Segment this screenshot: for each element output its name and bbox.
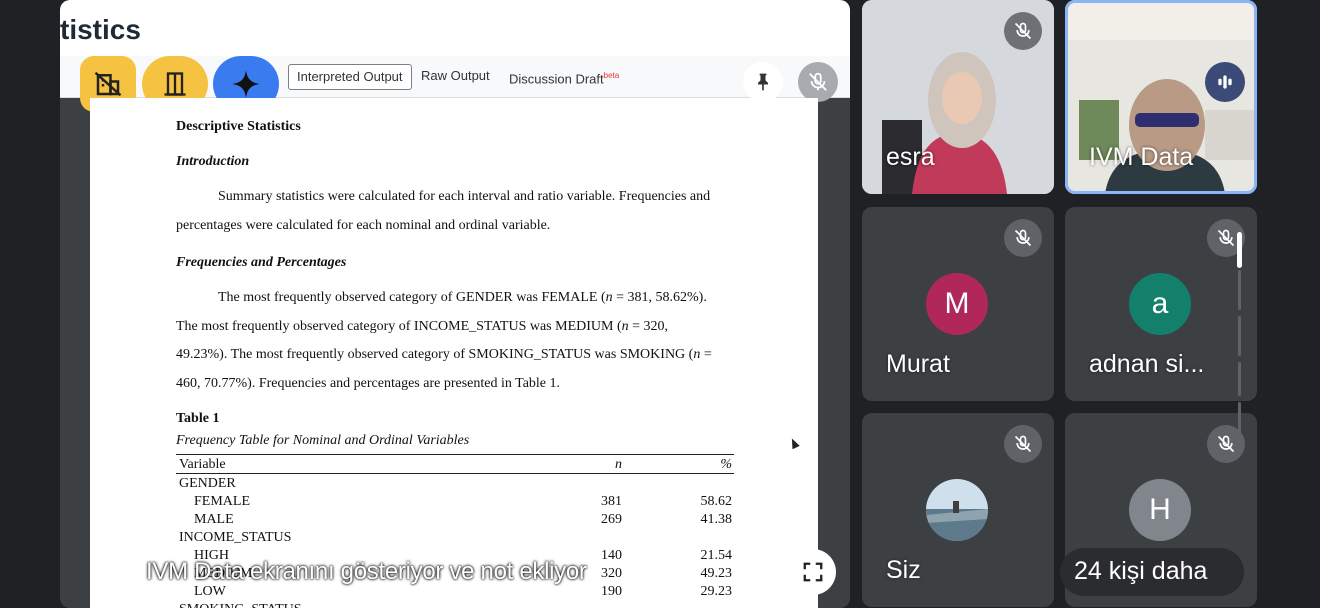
fullscreen-button[interactable] (790, 549, 836, 595)
intro-line: Summary statistics were calculated for e… (218, 189, 711, 204)
cell-n: 190 (601, 584, 622, 599)
cell-variable: SMOKING_STATUS (179, 602, 302, 608)
cell-variable: INCOME_STATUS (179, 530, 292, 545)
freq-line-text: = 320, (628, 318, 669, 334)
tab-interpreted-output[interactable]: Interpreted Output (288, 64, 412, 90)
tab-discussion-draft-label: Discussion Draft (509, 71, 604, 87)
presenting-caption: IVM Data ekranını gösteriyor ve not ekli… (146, 558, 587, 585)
table-row: GENDER (176, 476, 734, 494)
participant-tile-murat[interactable]: M Murat (862, 207, 1054, 401)
mic-off-icon (1014, 435, 1032, 453)
shared-screen[interactable]: tistics Interpreted Output Raw Output Di… (60, 0, 850, 608)
participant-name: adnan si... (1089, 350, 1205, 378)
cell-n: 269 (601, 512, 622, 527)
cell-percent: 58.62 (700, 494, 733, 509)
h-avatar: H (1129, 479, 1191, 541)
freq-heading: Frequencies and Percentages (176, 255, 347, 270)
app-title: tistics (60, 14, 141, 45)
n-symbol: n (621, 318, 629, 334)
header-variable: Variable (179, 457, 226, 472)
sparkle-icon (232, 70, 260, 98)
cell-n: 381 (601, 494, 622, 509)
participant-name: Murat (886, 350, 950, 378)
scrollbar-track (1238, 362, 1241, 396)
freq-line-text: = (700, 347, 712, 363)
table-row: FEMALE 381 58.62 (176, 494, 734, 512)
mic-off-icon (1014, 229, 1032, 247)
murat-mute-indicator (1004, 219, 1042, 257)
table-row: INCOME_STATUS (176, 530, 734, 548)
freq-line-text: 460, 70.77%). Frequencies and percentage… (176, 376, 561, 392)
beta-badge: beta (603, 71, 620, 80)
participant-scrollbar[interactable] (1237, 232, 1242, 268)
cell-percent: 49.23 (700, 566, 733, 581)
scrollbar-track (1238, 402, 1241, 436)
cell-n: 140 (601, 548, 622, 563)
more-participants-button[interactable]: 24 kişi daha (1060, 548, 1244, 596)
cell-percent: 21.54 (700, 548, 733, 563)
cell-variable: FEMALE (194, 494, 250, 509)
pin-icon (758, 73, 768, 91)
freq-line-text: 49.23%). The most frequently observed ca… (176, 347, 694, 363)
app-title-bar: tistics (60, 0, 850, 62)
freq-line-text: The most frequently observed category of… (176, 318, 622, 334)
tab-discussion-draft[interactable]: Discussion Draftbeta (501, 64, 627, 90)
adnan-avatar: a (1129, 273, 1191, 335)
participant-tile-ivm-data[interactable]: IVM Data (1065, 0, 1257, 194)
table-caption: Frequency Table for Nominal and Ordinal … (176, 433, 470, 448)
participant-name: IVM Data (1089, 143, 1194, 171)
cell-n: 320 (601, 566, 622, 581)
n-symbol: n (605, 290, 613, 305)
scrollbar-track (1238, 270, 1241, 310)
intro-paragraph: Summary statistics were calculated for e… (176, 183, 736, 240)
header-percent: % (720, 457, 732, 472)
header-n: n (615, 457, 622, 472)
scrollbar-track (1238, 316, 1241, 356)
table-top-rule (176, 454, 734, 455)
door-icon (164, 72, 186, 96)
mic-off-icon (1217, 435, 1235, 453)
freq-paragraph: The most frequently observed category of… (176, 284, 736, 399)
mic-off-icon (1014, 22, 1032, 40)
table-header-rule (176, 473, 734, 474)
cell-variable: LOW (194, 584, 226, 599)
participant-tile-siz[interactable]: Siz (862, 413, 1054, 607)
building-off-icon (94, 71, 122, 97)
siz-avatar (926, 479, 988, 541)
meet-stage: tistics Interpreted Output Raw Output Di… (0, 0, 1320, 608)
table-row: SMOKING_STATUS (176, 602, 734, 608)
table-row: MALE 269 41.38 (176, 512, 734, 530)
cell-variable: GENDER (179, 476, 236, 491)
participant-tile-adnan[interactable]: a adnan si... (1065, 207, 1257, 401)
more-participants-label: 24 kişi daha (1074, 557, 1208, 585)
table-label: Table 1 (176, 411, 220, 426)
cell-percent: 41.38 (700, 512, 733, 527)
esra-mute-indicator (1004, 12, 1042, 50)
doc-heading: Descriptive Statistics (176, 119, 301, 134)
siz-mute-indicator (1004, 425, 1042, 463)
mic-off-icon (809, 72, 827, 91)
fullscreen-icon (803, 562, 823, 582)
cell-percent: 29.23 (700, 584, 733, 599)
table-row: LOW 190 29.23 (176, 584, 734, 602)
participant-name: esra (886, 143, 935, 171)
ivm-data-speaking-indicator (1205, 62, 1245, 102)
report-document: Descriptive Statistics Introduction Summ… (90, 98, 818, 608)
intro-line: percentages were calculated for each nom… (176, 217, 551, 233)
freq-line-text: The most frequently observed category of… (218, 290, 606, 305)
intro-heading: Introduction (176, 154, 250, 169)
audio-level-icon (1218, 75, 1232, 89)
freq-line-text: = 381, 58.62%). (612, 290, 707, 305)
pin-button[interactable] (743, 62, 783, 102)
cell-variable: MALE (194, 512, 234, 527)
participant-name: Siz (886, 556, 921, 584)
mic-off-icon (1217, 229, 1235, 247)
participant-tile-esra[interactable]: esra (862, 0, 1054, 194)
tab-raw-output[interactable]: Raw Output (413, 64, 498, 90)
screen-mic-off-button[interactable] (798, 62, 838, 102)
murat-avatar: M (926, 273, 988, 335)
